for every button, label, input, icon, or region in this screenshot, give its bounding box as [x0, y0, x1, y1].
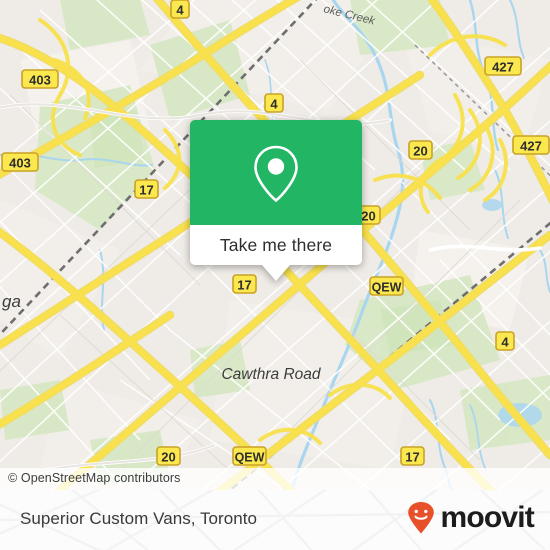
- road-shield-17-c: 17: [400, 446, 425, 466]
- moovit-pin-icon: [408, 502, 435, 534]
- road-shield-qew-b: QEW: [232, 446, 267, 466]
- svg-text:20: 20: [413, 144, 427, 159]
- attribution-text: © OpenStreetMap contributors: [8, 471, 181, 485]
- road-shield-17-b: 17: [232, 274, 257, 294]
- svg-text:403: 403: [9, 156, 31, 171]
- moovit-wordmark: moovit: [440, 501, 534, 534]
- road-shield-17-a: 17: [134, 179, 159, 199]
- svg-text:4: 4: [176, 3, 184, 18]
- svg-text:4: 4: [270, 97, 278, 112]
- map-label-1: Cawthra Road: [221, 366, 321, 383]
- take-me-there-callout[interactable]: Take me there: [190, 120, 362, 281]
- map-label-0: ga: [2, 292, 21, 311]
- moovit-logo[interactable]: moovit: [405, 501, 535, 535]
- road-shield-427-b: 427: [512, 135, 550, 155]
- svg-text:4: 4: [501, 335, 509, 350]
- svg-text:17: 17: [405, 450, 419, 465]
- callout-tail: [262, 265, 290, 281]
- road-shield-20-a: 20: [408, 140, 433, 160]
- place-title: Superior Custom Vans, Toronto: [20, 509, 258, 528]
- svg-text:QEW: QEW: [372, 281, 402, 295]
- road-shield-403-b: 403: [1, 152, 39, 172]
- road-shield-427-a: 427: [484, 56, 522, 76]
- svg-text:427: 427: [520, 139, 542, 154]
- moovit-map-screenshot: ga Cawthra Road oke Creek 403 403 17 17 …: [0, 0, 550, 550]
- map-attribution: © OpenStreetMap contributors: [0, 468, 550, 490]
- svg-text:427: 427: [492, 60, 514, 75]
- road-shield-4-a: 4: [170, 0, 190, 19]
- svg-text:17: 17: [237, 278, 251, 293]
- svg-text:20: 20: [361, 209, 375, 224]
- take-me-there-label: Take me there: [219, 234, 333, 255]
- svg-text:17: 17: [139, 183, 153, 198]
- road-shield-4-b: 4: [264, 93, 284, 113]
- take-me-there-button[interactable]: Take me there: [190, 225, 362, 281]
- road-shield-20-c: 20: [156, 446, 181, 466]
- bottom-info-bar: Superior Custom Vans, Toronto moovit: [0, 490, 550, 550]
- map-pin-icon: [254, 145, 298, 202]
- road-shield-403-a: 403: [21, 69, 59, 89]
- road-shield-4-c: 4: [495, 331, 515, 351]
- svg-text:QEW: QEW: [235, 451, 265, 465]
- svg-text:403: 403: [29, 73, 51, 88]
- callout-image-area: [190, 120, 362, 225]
- road-shield-qew-a: QEW: [369, 276, 404, 296]
- svg-text:20: 20: [161, 450, 175, 465]
